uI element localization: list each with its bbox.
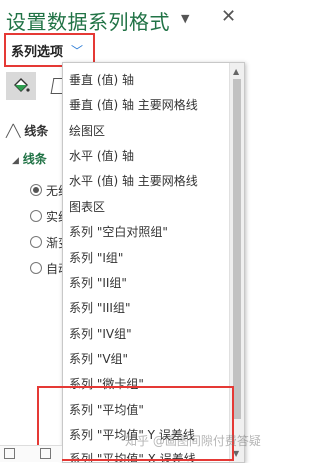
menu-item[interactable]: 水平 (值) 轴 主要网格线 — [69, 172, 198, 189]
menu-item[interactable]: 系列 "II组" — [69, 274, 127, 291]
fill-line-tab[interactable] — [6, 72, 36, 100]
menu-item[interactable]: 系列 "微卡组" — [69, 375, 144, 392]
bottom-bar — [0, 445, 62, 462]
radio-button[interactable] — [30, 210, 42, 222]
radio-button[interactable] — [30, 184, 42, 196]
watermark: 知乎 @画图间隙付费答疑 — [125, 434, 261, 448]
grid-icon[interactable] — [4, 448, 15, 459]
scrollbar[interactable]: ▲ ▼ — [229, 63, 244, 462]
menu-item[interactable]: 绘图区 — [69, 122, 105, 139]
chart-elements-menu: 垂直 (值) 轴 垂直 (值) 轴 主要网格线 绘图区 水平 (值) 轴 水平 … — [62, 62, 245, 463]
menu-item[interactable]: 系列 "平均值" X 误差线 — [69, 450, 196, 462]
menu-item[interactable]: 系列 "I组" — [69, 249, 123, 266]
scrollbar-thumb[interactable] — [233, 79, 241, 419]
menu-item[interactable]: 图表区 — [69, 198, 105, 215]
line-icon: ╱╲ — [6, 124, 21, 138]
paint-bucket-icon — [14, 78, 30, 92]
line-section[interactable]: 线条 — [23, 152, 47, 166]
grid-icon[interactable] — [40, 448, 51, 459]
radio-button[interactable] — [30, 236, 42, 248]
menu-item[interactable]: 系列 "平均值" — [69, 401, 144, 418]
chevron-down-icon[interactable]: ▼ — [181, 12, 189, 25]
menu-item[interactable]: 系列 "V组" — [69, 350, 128, 367]
scroll-down-icon[interactable]: ▼ — [233, 449, 239, 458]
menu-item[interactable]: 垂直 (值) 轴 — [69, 71, 134, 88]
close-icon[interactable]: ✕ — [221, 6, 236, 27]
line-header[interactable]: 线条 — [24, 124, 48, 138]
pane-title: 设置数据系列格式 — [6, 10, 170, 34]
radio-button[interactable] — [30, 262, 42, 274]
series-options-label: 系列选项 — [11, 44, 64, 60]
chevron-down-icon: ﹀ — [71, 43, 84, 58]
scroll-up-icon[interactable]: ▲ — [233, 67, 239, 76]
triangle-icon: ◢ — [12, 156, 19, 166]
menu-item[interactable]: 系列 "III组" — [69, 299, 130, 316]
menu-item[interactable]: 水平 (值) 轴 — [69, 147, 134, 164]
menu-item[interactable]: 系列 "IV组" — [69, 325, 132, 342]
menu-item[interactable]: 系列 "空白对照组" — [69, 223, 168, 240]
menu-item[interactable]: 垂直 (值) 轴 主要网格线 — [69, 96, 198, 113]
